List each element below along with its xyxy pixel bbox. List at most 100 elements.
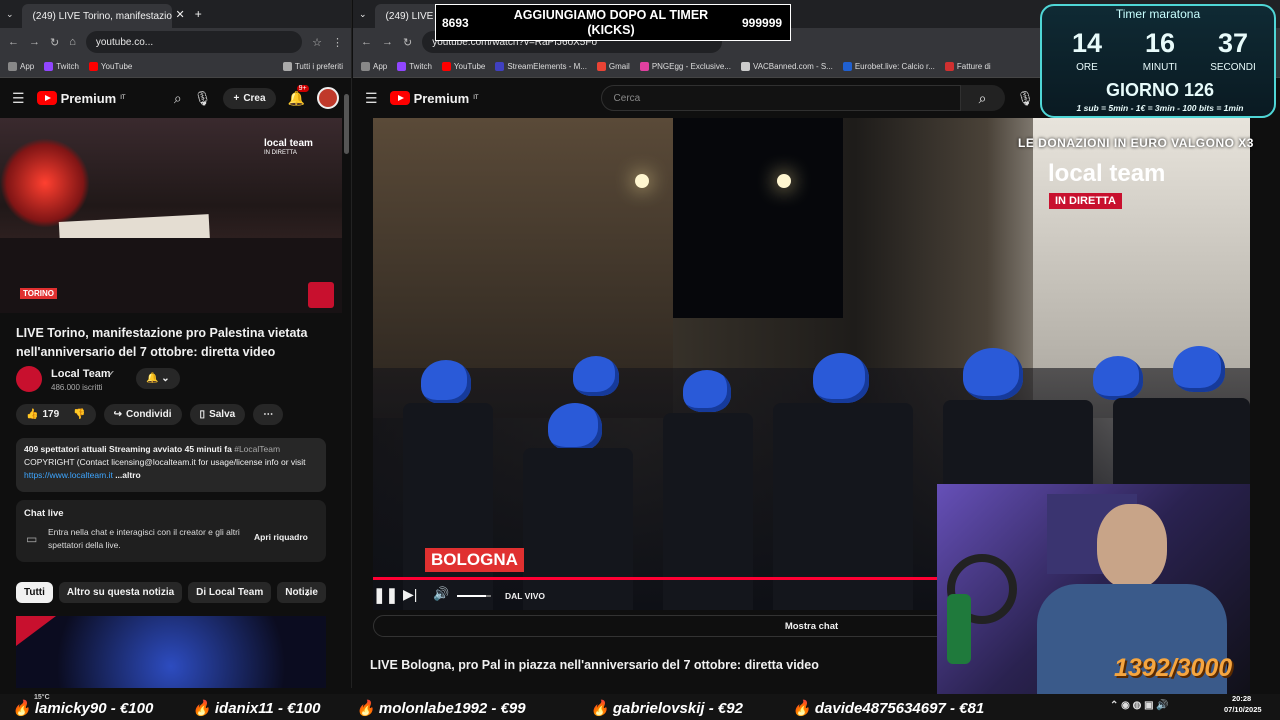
search-input[interactable]: Cerca xyxy=(600,85,961,111)
clock-date[interactable]: 07/10/2025 xyxy=(1224,705,1262,714)
related-corner-icon xyxy=(16,616,56,646)
related-video-thumbnail[interactable] xyxy=(16,616,326,688)
bottle xyxy=(947,594,971,664)
create-button[interactable]: + Crea xyxy=(223,87,276,109)
police-helmet xyxy=(573,356,619,396)
bookmark-youtube[interactable]: YouTube xyxy=(88,62,132,71)
bookmark-twitch[interactable]: Twitch xyxy=(44,62,79,71)
save-icon: ▯ xyxy=(199,409,206,420)
back-icon[interactable]: ← xyxy=(361,36,372,48)
forward-icon[interactable]: → xyxy=(382,36,393,48)
bookmark-eurobet[interactable]: Eurobet.live: Calcio r... xyxy=(842,62,935,71)
timer-minutes: 16 xyxy=(1144,28,1176,58)
bookmark-pngegg[interactable]: PNGEgg - Exclusive... xyxy=(639,62,731,71)
bookmark-star-icon[interactable]: ☆ xyxy=(312,36,322,49)
timer-hours: 14 xyxy=(1071,28,1103,58)
fire-icon: 🔥 xyxy=(192,700,211,717)
filter-chips: Tutti Altro su questa notizia Di Local T… xyxy=(16,582,336,603)
new-tab-icon[interactable]: + xyxy=(195,7,202,21)
hamburger-menu-icon[interactable]: ☰ xyxy=(12,90,25,107)
volume-icon[interactable]: 🔊 xyxy=(433,586,449,602)
chip-all[interactable]: Tutti xyxy=(16,582,53,603)
street-light xyxy=(777,174,791,188)
channel-avatar[interactable] xyxy=(16,366,42,392)
chip-local-team[interactable]: Di Local Team xyxy=(188,582,272,603)
description-more[interactable]: ...altro xyxy=(115,470,141,480)
bookmark-apps[interactable]: App xyxy=(361,62,387,71)
youtube-logo-icon xyxy=(389,91,410,105)
street-light xyxy=(635,174,649,188)
channel-row: Local Team ✔ 486.000 iscritti 🔔 ⌄ xyxy=(16,366,336,396)
torino-video-player[interactable]: local team IN DIRETTA TORINO xyxy=(0,118,342,313)
save-button[interactable]: ▯ Salva xyxy=(189,404,246,425)
next-icon[interactable]: ▶| xyxy=(403,586,417,603)
bookmark-vacbanned[interactable]: VACBanned.com - S... xyxy=(740,62,833,71)
marathon-timer: Timer maratona 14 16 37 ORE MINUTI SECON… xyxy=(1040,4,1276,118)
youtube-header: ☰ Premium IT ⌕ 🎙 + Crea 🔔 9+ xyxy=(0,78,351,118)
ticker-item: 🔥 lamicky90 - €100 xyxy=(12,700,154,717)
police-helmet xyxy=(1093,356,1143,400)
forward-icon[interactable]: → xyxy=(29,36,40,48)
back-icon[interactable]: ← xyxy=(8,36,19,48)
timer-rates: 1 sub = 5min - 1€ = 3min - 100 bits = 1m… xyxy=(1076,103,1244,113)
ticker-item: 🔥 idanix11 - €100 xyxy=(192,700,321,717)
like-button[interactable]: 👍 179 👎 xyxy=(16,404,96,425)
system-tray[interactable]: ⌃ ◉ ◍ ▣ 🔊 xyxy=(1110,700,1169,711)
ticker-item: 🔥 molonlabe1992 - €99 xyxy=(356,700,526,717)
subscription-bell-button[interactable]: 🔔 ⌄ xyxy=(136,368,180,389)
thumb-city-badge: TORINO xyxy=(20,288,57,299)
tab-torino[interactable]: (249) LIVE Torino, manifestazion xyxy=(21,4,172,28)
fire-icon: 🔥 xyxy=(356,700,375,717)
notifications-bell-icon[interactable]: 🔔 9+ xyxy=(288,84,309,107)
police-helmet xyxy=(683,370,731,412)
youtube-premium-logo[interactable]: Premium IT xyxy=(389,91,479,106)
url-field[interactable]: youtube.co... xyxy=(85,31,303,53)
live-indicator[interactable]: DAL VIVO xyxy=(505,591,545,601)
tab-menu-icon[interactable]: ⌄ xyxy=(359,9,367,20)
reload-icon[interactable]: ↻ xyxy=(403,36,412,49)
bookmark-folder-all[interactable]: Tutti i preferiti xyxy=(282,62,343,71)
plus-icon: + xyxy=(233,92,240,104)
bookmark-fatture[interactable]: Fatture di xyxy=(944,62,991,71)
more-actions-button[interactable]: ⋯ xyxy=(253,404,284,425)
channel-name[interactable]: Local Team xyxy=(51,368,111,380)
timer-minutes-label: MINUTI xyxy=(1142,62,1178,73)
search-icon[interactable]: ⌕ xyxy=(174,90,182,107)
tab-close-icon[interactable]: ✕ xyxy=(176,8,185,21)
chip-news[interactable]: Notizie xyxy=(277,582,326,603)
timer-hours-label: ORE xyxy=(1076,62,1098,73)
hamburger-menu-icon[interactable]: ☰ xyxy=(365,90,378,107)
chip-more-news[interactable]: Altro su questa notizia xyxy=(58,582,183,603)
bookmark-twitch[interactable]: Twitch xyxy=(397,62,432,71)
left-scrollbar[interactable] xyxy=(344,94,349,154)
clock-time[interactable]: 20:28 xyxy=(1232,694,1251,703)
description-link[interactable]: https://www.localteam.it xyxy=(24,470,113,480)
avatar[interactable] xyxy=(317,87,339,109)
bookmark-apps[interactable]: App xyxy=(8,62,34,71)
bookmark-gmail[interactable]: Gmail xyxy=(596,62,630,71)
extensions-icon[interactable]: ⋮ xyxy=(332,36,343,49)
bookmark-streamelements[interactable]: StreamElements - M... xyxy=(495,62,587,71)
subscriber-count: 486.000 iscritti xyxy=(51,383,103,392)
pause-icon[interactable]: ❚❚ xyxy=(373,586,398,604)
action-row: 👍 179 👎 ↪ Condividi ▯ Salva ⋯ xyxy=(16,404,346,425)
description-hashtag[interactable]: #LocalTeam xyxy=(234,444,280,454)
youtube-premium-logo[interactable]: Premium IT xyxy=(36,91,126,106)
open-chat-button[interactable]: Apri riquadro xyxy=(254,532,308,542)
chips-next-icon[interactable]: › xyxy=(306,586,310,600)
search-button[interactable]: ⌕ xyxy=(960,85,1005,111)
home-icon[interactable]: ⌂ xyxy=(69,36,76,48)
reload-icon[interactable]: ↻ xyxy=(50,36,59,49)
chat-bubble-icon: ▭ xyxy=(26,532,38,546)
volume-fill xyxy=(457,595,486,597)
bookmark-youtube[interactable]: YouTube xyxy=(441,62,485,71)
police-helmet xyxy=(1173,346,1225,392)
description-box[interactable]: 409 spettatori attuali Streaming avviato… xyxy=(16,438,326,492)
thumbs-down-icon[interactable]: 👎 xyxy=(73,409,85,420)
tab-menu-icon[interactable]: ⌄ xyxy=(6,9,14,20)
ticker-item: 🔥 davide4875634697 - €81 xyxy=(792,700,985,717)
flare-smoke xyxy=(0,138,90,228)
share-button[interactable]: ↪ Condividi xyxy=(103,404,182,425)
microphone-icon[interactable]: 🎙 xyxy=(194,90,212,107)
microphone-icon[interactable]: 🎙 xyxy=(1017,90,1035,107)
